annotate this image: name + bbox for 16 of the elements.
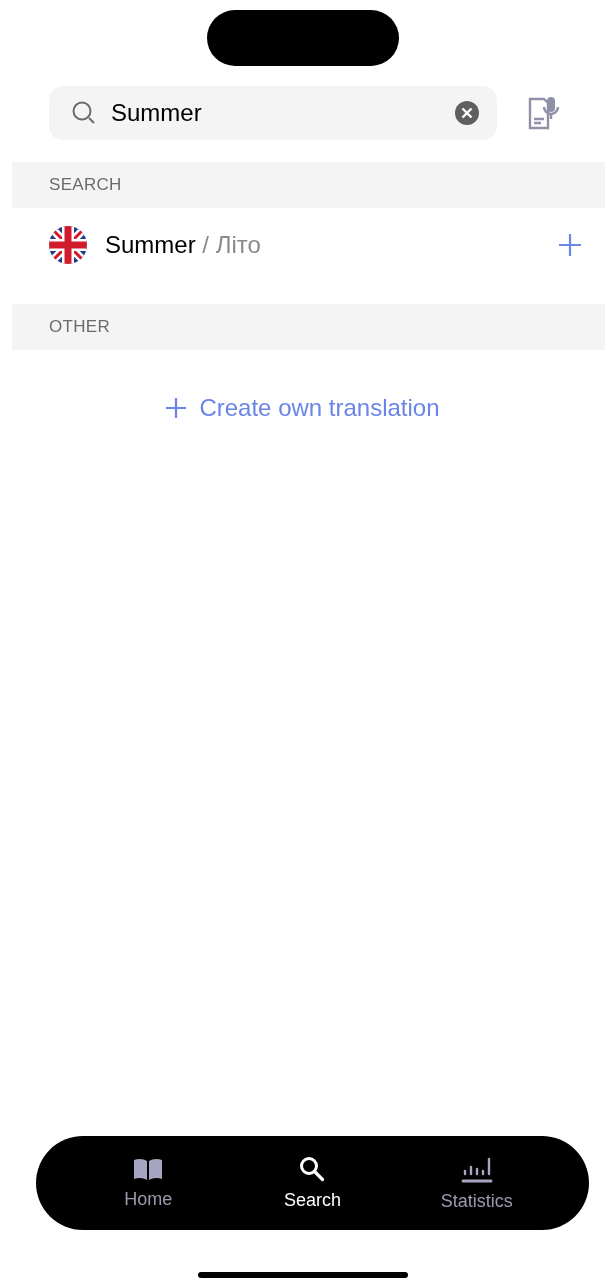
add-button[interactable]	[557, 232, 583, 258]
book-icon	[132, 1156, 165, 1181]
result-text[interactable]: Summer / Літо	[105, 231, 539, 259]
section-title: SEARCH	[49, 175, 122, 195]
search-icon	[299, 1155, 326, 1182]
clear-button[interactable]	[455, 101, 479, 125]
plus-icon	[165, 397, 188, 419]
tab[interactable]: Home	[88, 1156, 209, 1210]
voice-input-button[interactable]	[527, 95, 561, 131]
search-field[interactable]: Summer	[111, 99, 441, 127]
search-field[interactable]: Summer	[49, 86, 497, 140]
tab[interactable]: Search	[252, 1155, 373, 1211]
section-title: OTHER	[49, 317, 110, 337]
flag-icon	[49, 226, 87, 264]
tab[interactable]: Statistics	[416, 1154, 537, 1212]
search-icon	[71, 100, 97, 126]
